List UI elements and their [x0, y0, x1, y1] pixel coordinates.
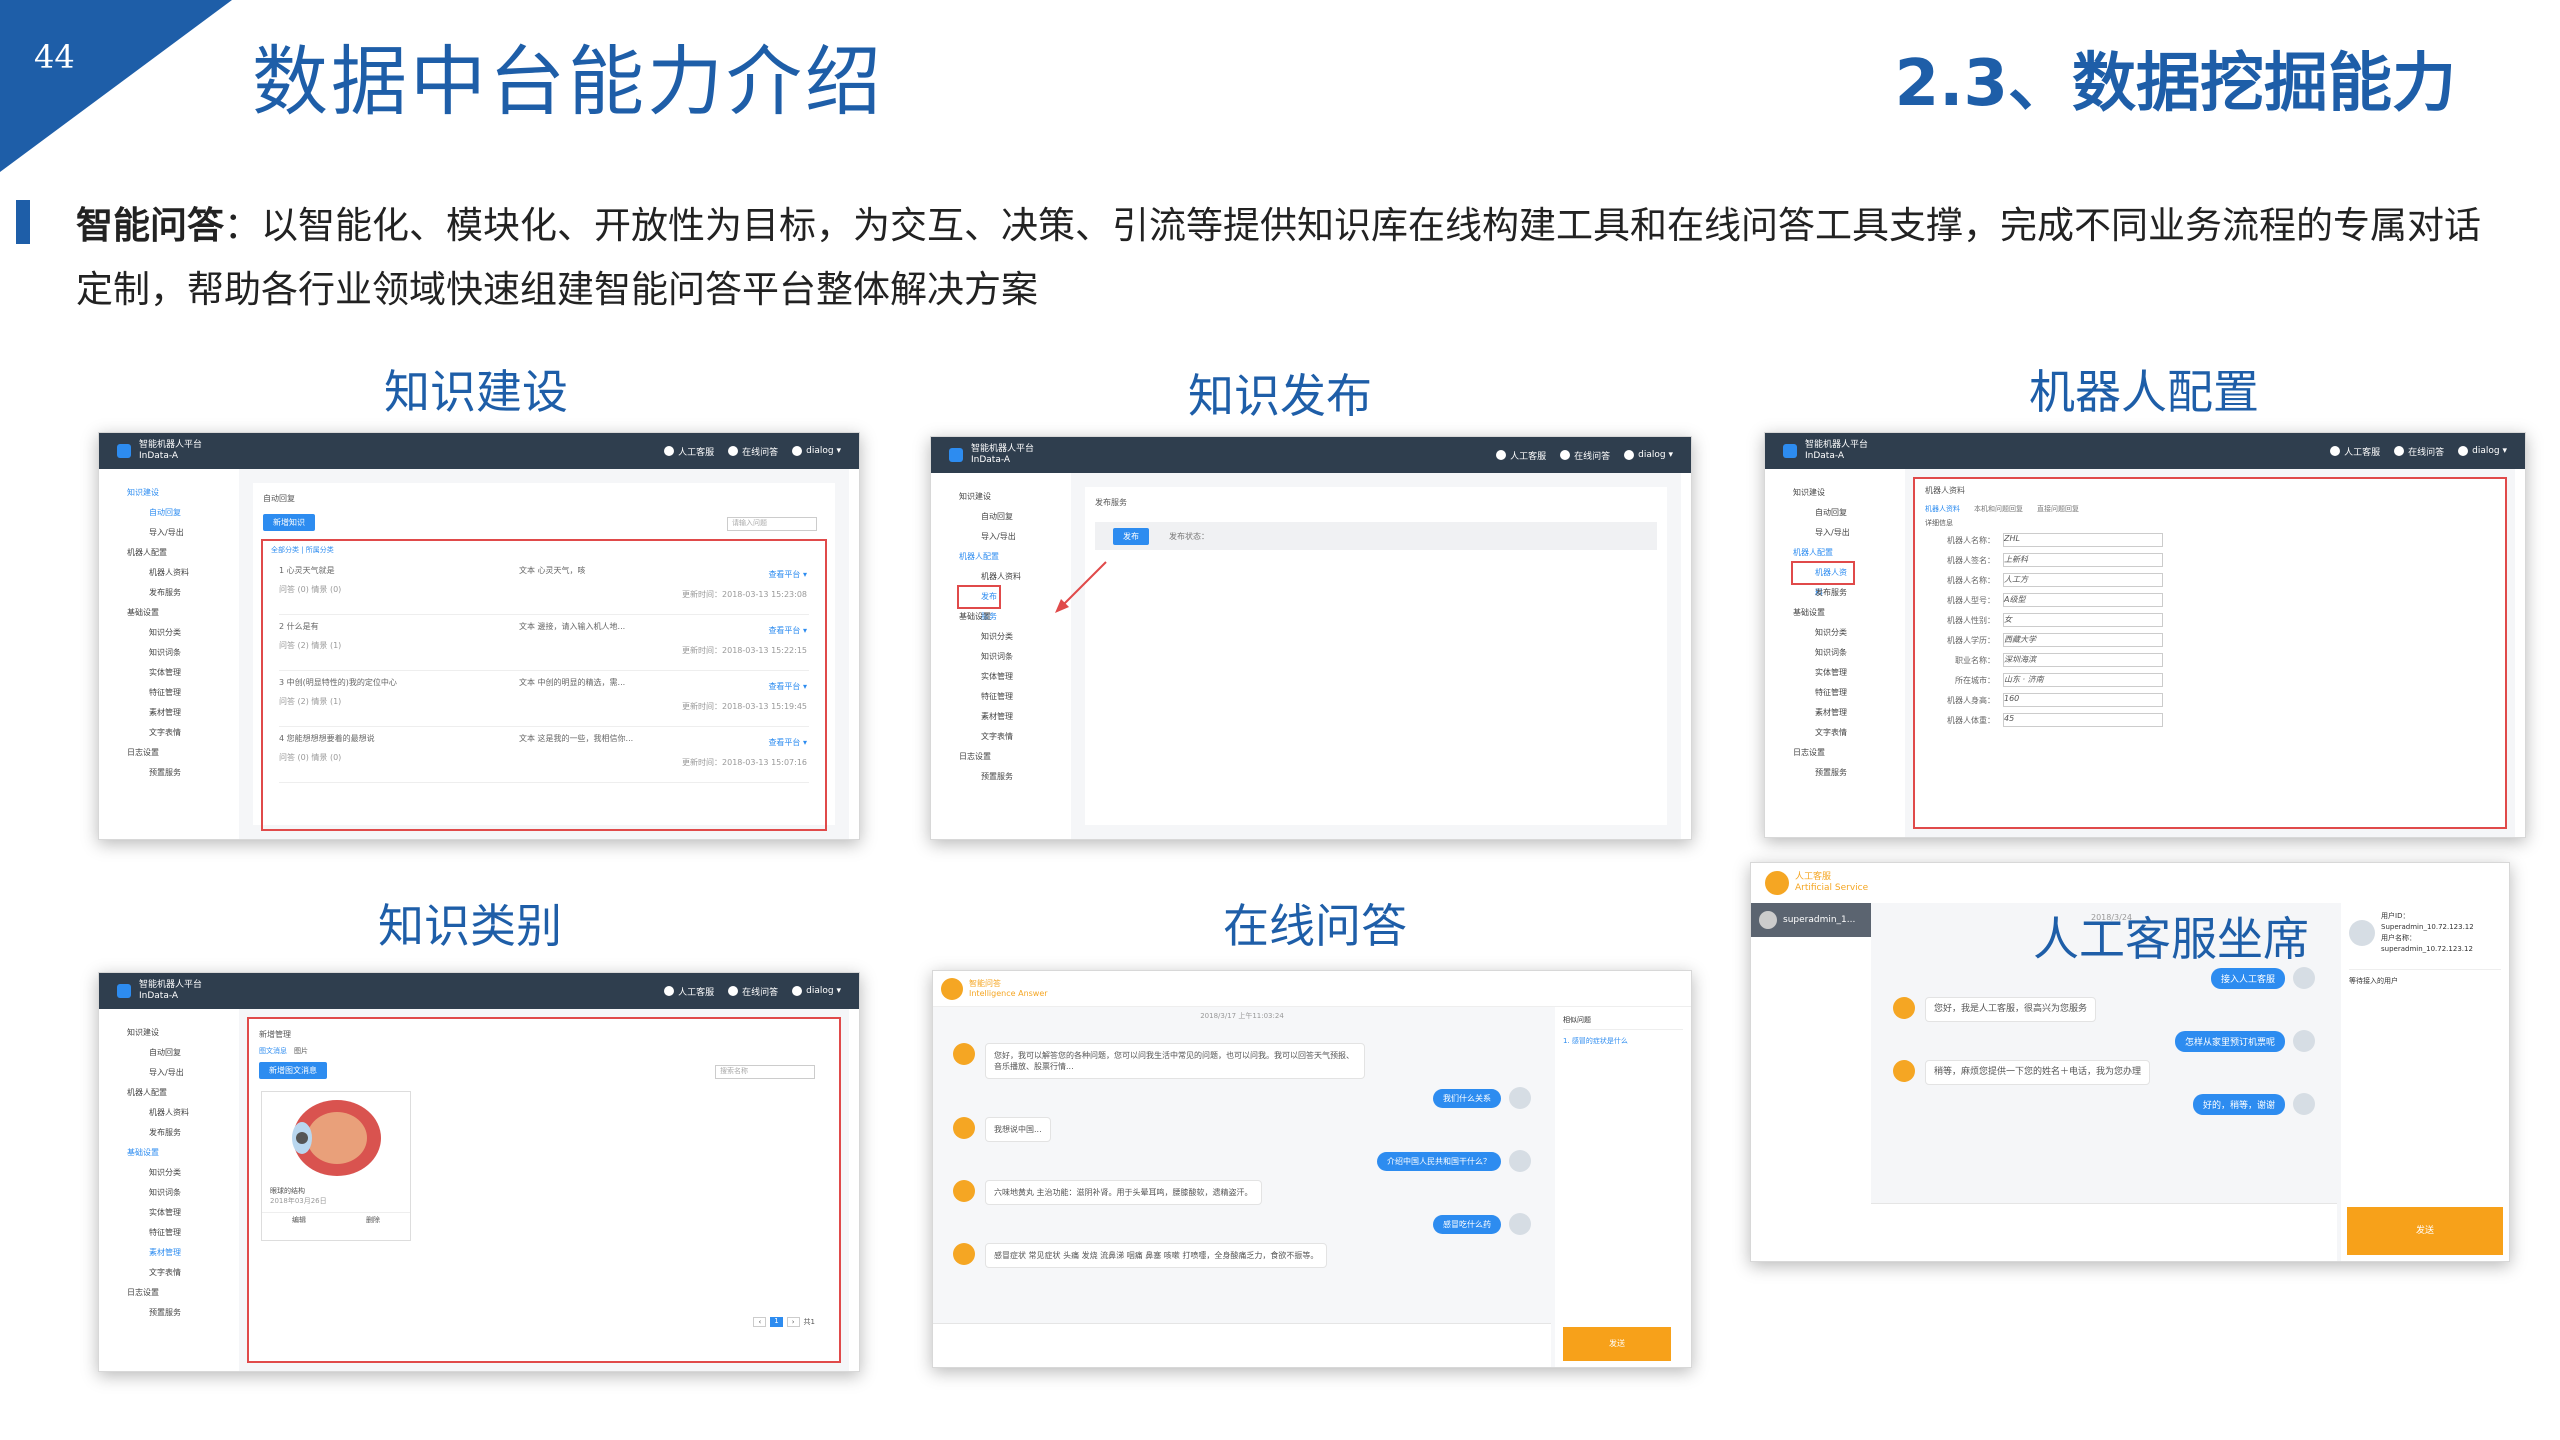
panel-title-robot-config: 机器人配置: [2029, 365, 2259, 419]
screenshot-knowledge-category: 智能机器人平台 InData-A 人工客服 在线问答 dialog ▾ 知识建设 …: [98, 972, 860, 1372]
pagination: ‹ 1 › 共1: [753, 1317, 815, 1327]
app-header: 智能机器人平台 InData-A 人工客服 在线问答 dialog ▾: [99, 433, 859, 469]
sidebar: 知识建设 自动回复 导入/导出 机器人配置 机器人资料 发布服务 基础设置 知识…: [1765, 469, 1905, 837]
app-logo-icon: [117, 444, 131, 458]
screenshot-robot-config: 智能机器人平台 InData-A 人工客服 在线问答 dialog ▾ 知识建设 …: [1764, 432, 2526, 838]
service-icon[interactable]: [1496, 450, 1507, 460]
corner-decoration: [0, 0, 232, 172]
bot-avatar: [953, 1117, 975, 1139]
agent-send-button[interactable]: 发送: [2347, 1207, 2503, 1255]
delete-button[interactable]: 删除: [366, 1215, 380, 1225]
session-item[interactable]: superadmin_1...: [1751, 903, 1871, 937]
user-avatar: [1509, 1150, 1531, 1172]
chat-history: 您好，我可以解答您的各种问题，您可以问我生活中常见的问题，也可以问我。我可以回答…: [933, 1025, 1551, 1317]
panel-title-knowledge-category: 知识类别: [378, 899, 562, 953]
chat-icon[interactable]: [728, 986, 739, 996]
send-button[interactable]: 发送: [1563, 1327, 1671, 1361]
search-input[interactable]: 请输入问题: [727, 517, 817, 531]
user-avatar: [1759, 911, 1777, 929]
sidebar: 知识建设 自动回复 导入/导出 机器人配置 机器人资料 发布服务 基础设置 知识…: [127, 488, 189, 777]
user-icon[interactable]: [2458, 446, 2469, 456]
screenshot-knowledge-build: 智能机器人平台 InData-A 人工客服 在线问答 dialog ▾ 知识建设 …: [98, 432, 860, 840]
slide: 44 数据中台能力介绍 2.3、数据挖掘能力 智能问答：以智能化、模块化、开放性…: [0, 0, 2560, 1440]
app-logo-icon: [117, 984, 131, 998]
list-item[interactable]: 3 中创(明显特性的)我的定位中心 文本 中创的明显的精选，需... 查看平台 ▾ 问…: [279, 671, 809, 727]
agent-chat: 2018/3/24 人工客服坐席 接入人工客服 您好，我是人工客服，很高兴为您服…: [1871, 903, 2337, 1201]
user-avatar: [2293, 1093, 2315, 1115]
sidebar: 知识建设 自动回复 导入/导出 机器人配置 机器人资料 发布服务 基础设置 知识…: [957, 492, 1021, 781]
chat-icon[interactable]: [728, 446, 739, 456]
eye-illustration: [292, 1100, 381, 1176]
user-icon[interactable]: [792, 986, 803, 996]
app-logo-icon: [1783, 444, 1797, 458]
agent-avatar: [1893, 997, 1915, 1019]
screenshot-online-qa: 智能问答 Intelligence Answer 2018/3/17 上午11:0…: [932, 970, 1692, 1368]
app-header: 智能机器人平台 InData-A 人工客服 在线问答 dialog ▾: [1765, 433, 2525, 469]
bot-logo-icon: [941, 977, 963, 1000]
arrow-icon: [1055, 561, 1107, 613]
user-avatar: [1509, 1213, 1531, 1235]
edit-button[interactable]: 编辑: [292, 1215, 306, 1225]
article-card[interactable]: 眼球的结构 2018年03月26日 编辑 删除: [261, 1091, 411, 1241]
user-avatar: [2349, 920, 2375, 946]
list-item[interactable]: 1 心灵天气就是 文本 心灵天气，咳 查看平台 ▾ 问答 (0) 情景 (0) 更新时间…: [279, 559, 809, 615]
app-header: 智能机器人平台 InData-A 人工客服 在线问答 dialog ▾: [931, 437, 1691, 473]
related-questions: 相似问题 1. 感冒的症状是什么: [1555, 1007, 1691, 1367]
message-input[interactable]: [933, 1323, 1551, 1367]
agent-avatar: [1893, 1060, 1915, 1082]
list-item[interactable]: 4 您能想想想要着的最想说 文本 这是我的一些，我相信你... 查看平台 ▾ 问答 (…: [279, 727, 809, 783]
publish-button[interactable]: 发布: [1113, 527, 1149, 545]
service-icon[interactable]: [664, 986, 675, 996]
intro-text: ：以智能化、模块化、开放性为目标，为交互、决策、引流等提供知识库在线构建工具和在…: [76, 204, 2481, 311]
app-logo-icon: [949, 448, 963, 462]
intro-lead: 智能问答: [76, 204, 224, 247]
page-number: 44: [34, 38, 75, 76]
chat-icon[interactable]: [1560, 450, 1571, 460]
user-icon[interactable]: [792, 446, 803, 456]
session-list: superadmin_1...: [1751, 903, 1871, 1261]
new-article-button[interactable]: 新增图文消息: [259, 1062, 327, 1079]
app-header: 智能机器人平台 InData-A 人工客服 在线问答 dialog ▾: [99, 973, 859, 1009]
user-avatar: [2293, 967, 2315, 989]
service-icon[interactable]: [2330, 446, 2341, 456]
sidebar: 知识建设 自动回复 导入/导出 机器人配置 机器人资料 发布服务 基础设置 知识…: [127, 1028, 189, 1317]
service-icon[interactable]: [664, 446, 675, 456]
section-title: 2.3、数据挖掘能力: [1894, 47, 2456, 121]
screenshot-knowledge-publish: 智能机器人平台 InData-A 人工客服 在线问答 dialog ▾ 知识建设 …: [930, 436, 1692, 840]
panel-title-agent-seat: 人工客服坐席: [2033, 912, 2309, 966]
list-item[interactable]: 2 什么是有 文本 邊接，请入输入机人地... 查看平台 ▾ 问答 (2) 情景 (1…: [279, 615, 809, 671]
knowledge-list: 1 心灵天气就是 文本 心灵天气，咳 查看平台 ▾ 问答 (0) 情景 (0) 更新时间…: [263, 559, 825, 783]
search-input[interactable]: 搜索名称: [715, 1065, 815, 1079]
bot-avatar: [953, 1243, 975, 1265]
new-knowledge-button[interactable]: 新增知识: [263, 514, 315, 531]
bot-avatar: [953, 1180, 975, 1202]
accent-bar: [16, 200, 30, 244]
panel-title-knowledge-build: 知识建设: [384, 365, 568, 419]
service-logo-icon: [1765, 871, 1789, 895]
user-avatar: [1509, 1087, 1531, 1109]
bot-avatar: [953, 1043, 975, 1065]
agent-message-input[interactable]: [1871, 1203, 2337, 1261]
screenshot-agent-seat: 人工客服 Artificial Service superadmin_1... 2…: [1750, 862, 2510, 1262]
user-avatar: [2293, 1030, 2315, 1052]
chat-icon[interactable]: [2394, 446, 2405, 456]
intro-paragraph: 智能问答：以智能化、模块化、开放性为目标，为交互、决策、引流等提供知识库在线构建…: [76, 194, 2496, 322]
user-icon[interactable]: [1624, 450, 1635, 460]
panel-title-knowledge-publish: 知识发布: [1188, 369, 1372, 423]
page-title: 数据中台能力介绍: [252, 37, 884, 126]
panel-title-online-qa: 在线问答: [1223, 899, 1407, 953]
